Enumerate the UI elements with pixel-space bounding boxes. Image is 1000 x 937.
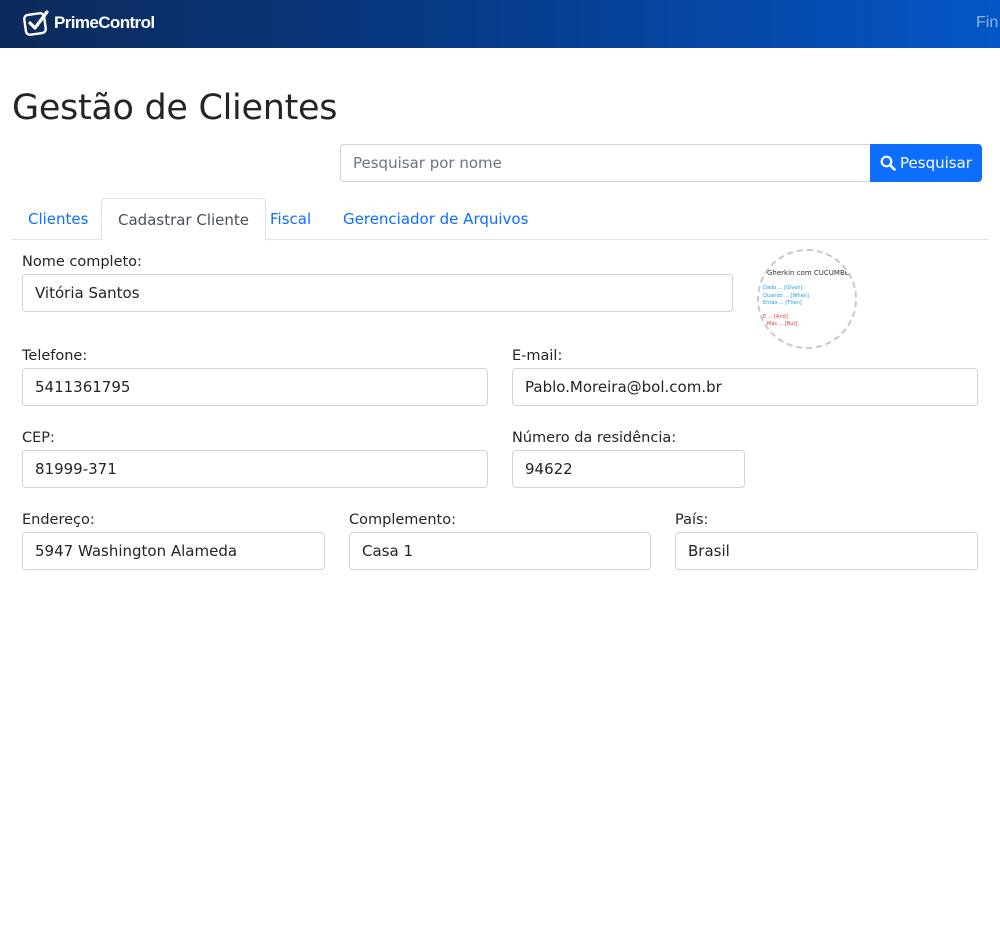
brand-logo[interactable]: PrimeControl [22,9,155,37]
tab-label: Clientes [28,210,89,228]
pais-label: País: [675,512,709,528]
complemento-label: Complemento: [349,512,456,528]
tab-bar: Clientes Cadastrar Cliente Fiscal Gerenc… [12,198,988,241]
pais-input[interactable] [675,532,978,570]
search-button[interactable]: Pesquisar [870,144,982,182]
cep-input[interactable] [22,450,488,488]
tab-cadastrar-cliente[interactable]: Cadastrar Cliente [101,198,267,241]
brand-name: PrimeControl [54,13,155,32]
tab-label: Fiscal [270,210,312,228]
cep-label: CEP: [22,430,55,446]
email-label: E-mail: [512,348,563,364]
search-input[interactable] [340,144,871,182]
nav-link-fin[interactable]: Fin [976,14,998,32]
search-button-label: Pesquisar [900,154,972,172]
client-photo-avatar[interactable]: Gherkin com CUCUMBER Dado ... [Given] Qu… [757,249,857,349]
avatar-image-line: Dado ... [Given] [763,285,803,291]
avatar-image-line: E ... [And] [763,314,788,320]
tab-label: Cadastrar Cliente [118,210,250,229]
avatar-image-line: Quando ... [When] [763,293,809,299]
complemento-input[interactable] [349,532,651,570]
search-icon [880,155,896,171]
telefone-label: Telefone: [22,348,88,364]
nome-completo-label: Nome completo: [22,254,142,270]
endereco-input[interactable] [22,532,325,570]
numero-residencia-input[interactable] [512,450,745,488]
email-input[interactable] [512,368,978,406]
endereco-label: Endereço: [22,512,95,528]
nome-completo-input[interactable] [22,274,733,312]
tab-label: Gerenciador de Arquivos [343,210,529,228]
avatar-image-line: Mas ... [But] [767,321,798,327]
avatar-image-title: Gherkin com CUCUMBER [767,269,855,277]
tab-gerenciador-de-arquivos[interactable]: Gerenciador de Arquivos [327,198,544,240]
page-title: Gestão de Clientes [12,88,338,128]
numero-residencia-label: Número da residência: [512,430,677,446]
avatar-image-line: Então ... [Then] [763,300,802,306]
tab-fiscal[interactable]: Fiscal [254,198,327,240]
telefone-input[interactable] [22,368,488,406]
tab-clientes[interactable]: Clientes [12,198,104,240]
top-navbar: PrimeControl Fin [0,0,1000,48]
checkbox-logo-icon [23,10,49,36]
